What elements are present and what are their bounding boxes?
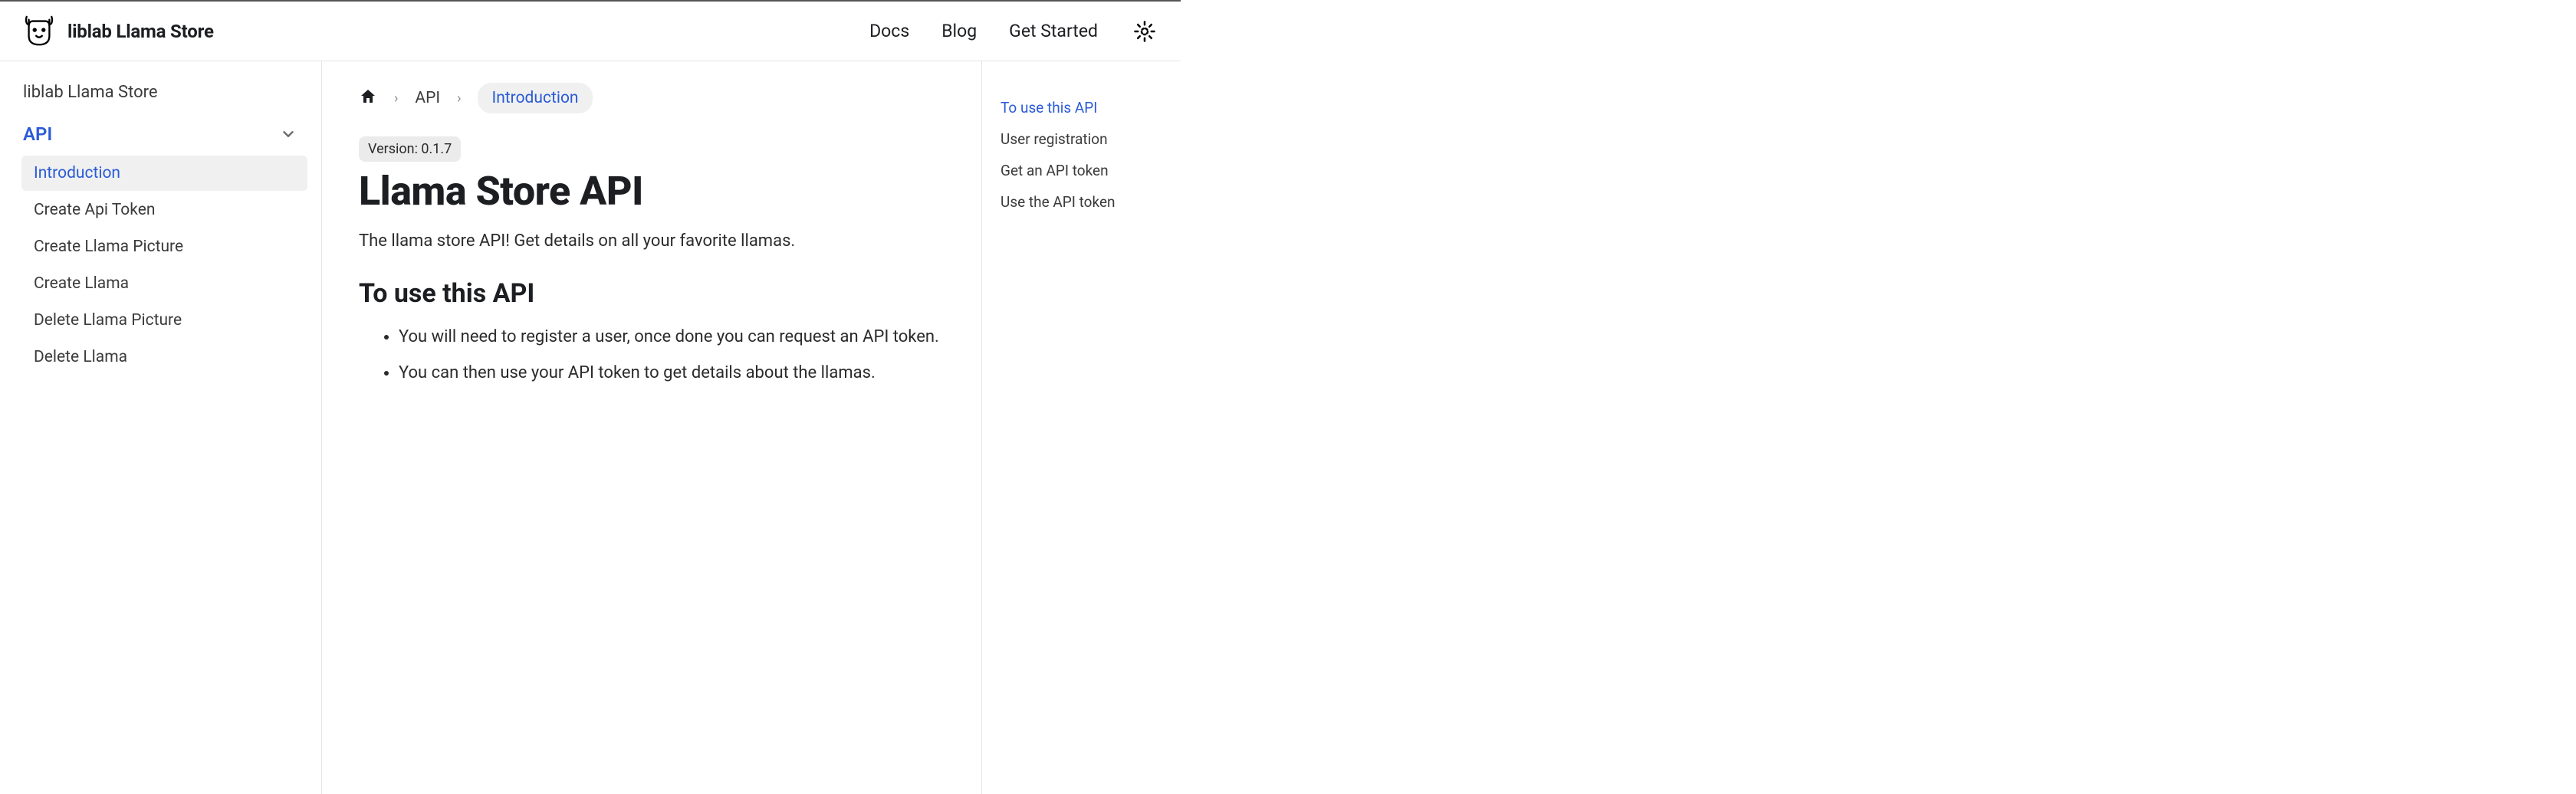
main-content: › API › Introduction Version: 0.1.7 Llam… [322, 61, 981, 794]
nav-get-started[interactable]: Get Started [1009, 21, 1098, 41]
sidebar-item-delete-llama-picture[interactable]: Delete Llama Picture [21, 303, 307, 338]
brand[interactable]: liblab Llama Store [21, 14, 214, 49]
llama-logo-icon [21, 14, 57, 49]
sidebar-section-label: API [23, 123, 52, 145]
chevron-right-icon: › [457, 90, 461, 107]
topbar: liblab Llama Store Docs Blog Get Started [0, 0, 1181, 61]
sidebar-title: liblab Llama Store [21, 83, 307, 102]
toc-link-use-the-api-token[interactable]: Use the API token [1001, 186, 1165, 218]
section-to-use-this-api: To use this API [359, 278, 945, 309]
home-icon [359, 87, 377, 106]
page-title: Llama Store API [359, 168, 945, 215]
sidebar-item-create-llama-picture[interactable]: Create Llama Picture [21, 229, 307, 264]
toc-link-user-registration[interactable]: User registration [1001, 123, 1165, 155]
sun-icon [1133, 20, 1156, 43]
sidebar: liblab Llama Store API Introduction Crea… [0, 61, 322, 794]
usage-bullets: You will need to register a user, once d… [359, 326, 945, 386]
sidebar-item-delete-llama[interactable]: Delete Llama [21, 340, 307, 375]
sidebar-item-create-api-token[interactable]: Create Api Token [21, 192, 307, 228]
sidebar-item-introduction[interactable]: Introduction [21, 156, 307, 191]
page-lead: The llama store API! Get details on all … [359, 231, 945, 251]
toc-link-to-use-this-api[interactable]: To use this API [1001, 92, 1165, 123]
theme-toggle-button[interactable] [1130, 17, 1159, 46]
breadcrumb-current: Introduction [478, 83, 592, 113]
list-item: You can then use your API token to get d… [399, 362, 945, 386]
nav-blog[interactable]: Blog [941, 21, 977, 41]
top-nav: Docs Blog Get Started [869, 17, 1159, 46]
chevron-down-icon [280, 126, 297, 143]
breadcrumb-api[interactable]: API [415, 89, 440, 107]
blank-region [1181, 0, 2576, 794]
brand-title: liblab Llama Store [67, 21, 214, 42]
nav-docs[interactable]: Docs [869, 21, 909, 41]
breadcrumb-home[interactable] [359, 87, 377, 109]
sidebar-section-api[interactable]: API [21, 120, 307, 148]
chevron-right-icon: › [394, 90, 398, 107]
breadcrumb: › API › Introduction [359, 83, 945, 113]
list-item: You will need to register a user, once d… [399, 326, 945, 349]
sidebar-item-create-llama[interactable]: Create Llama [21, 266, 307, 301]
table-of-contents: To use this API User registration Get an… [981, 61, 1181, 794]
version-badge: Version: 0.1.7 [359, 136, 461, 162]
toc-link-get-an-api-token[interactable]: Get an API token [1001, 155, 1165, 186]
